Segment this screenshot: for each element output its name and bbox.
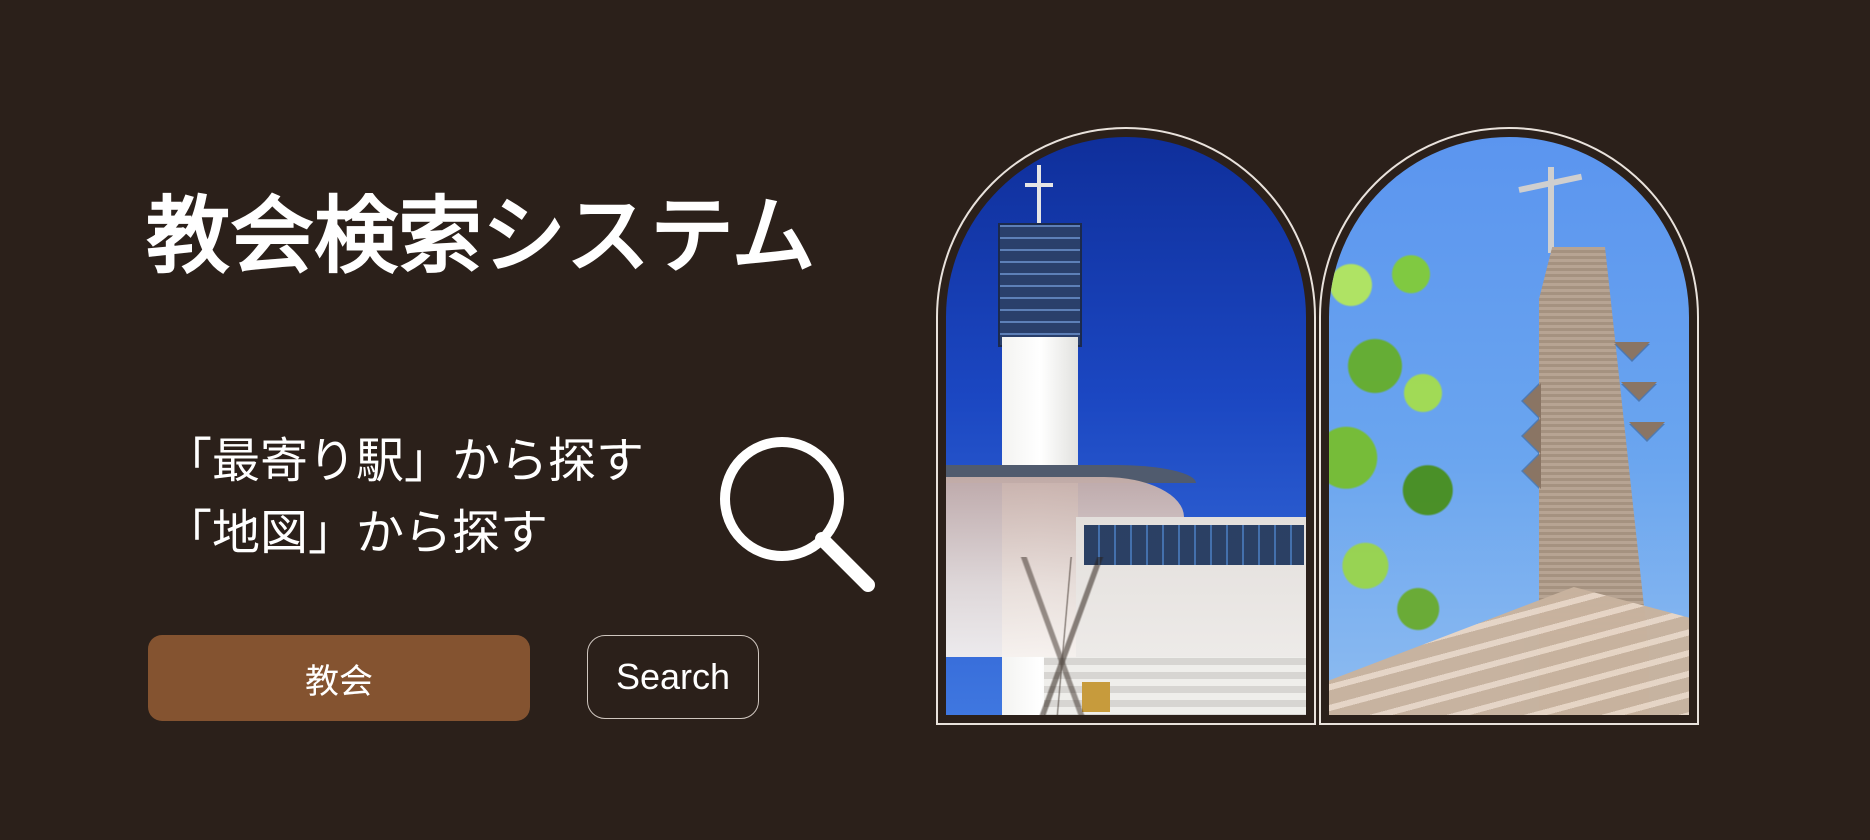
- church-photo-right-illustration: [1329, 137, 1689, 715]
- search-button[interactable]: Search: [587, 635, 759, 719]
- search-by-map: 「地図」から探す: [164, 505, 549, 561]
- search-icon: [720, 437, 875, 592]
- church-photo-left-illustration: [946, 137, 1306, 715]
- window-ornament: [1629, 422, 1665, 440]
- search-methods: 「最寄り駅」から探す 「地図」から探す: [164, 425, 644, 569]
- window-ornament: [1523, 453, 1541, 489]
- cross-icon: [1025, 183, 1053, 187]
- door: [1082, 682, 1110, 712]
- page-title: 教会検索システム: [146, 187, 816, 285]
- church-image-left: [936, 127, 1316, 725]
- church-image-right: [1319, 127, 1699, 725]
- landing-hero: 教会検索システム 「最寄り駅」から探す 「地図」から探す 教会 Search: [0, 0, 1870, 840]
- church-photo-right: [1329, 137, 1689, 715]
- cross-icon: [1037, 165, 1041, 225]
- church-button[interactable]: 教会: [148, 635, 530, 721]
- search-by-nearest-station: 「最寄り駅」から探す: [164, 433, 645, 489]
- window-ornament: [1523, 383, 1541, 419]
- church-photo-left: [946, 137, 1306, 715]
- tower-top: [998, 223, 1082, 347]
- window-ornament: [1621, 382, 1657, 400]
- window-ornament: [1523, 418, 1541, 454]
- glass-wall: [1084, 525, 1304, 565]
- window-ornament: [1614, 342, 1650, 360]
